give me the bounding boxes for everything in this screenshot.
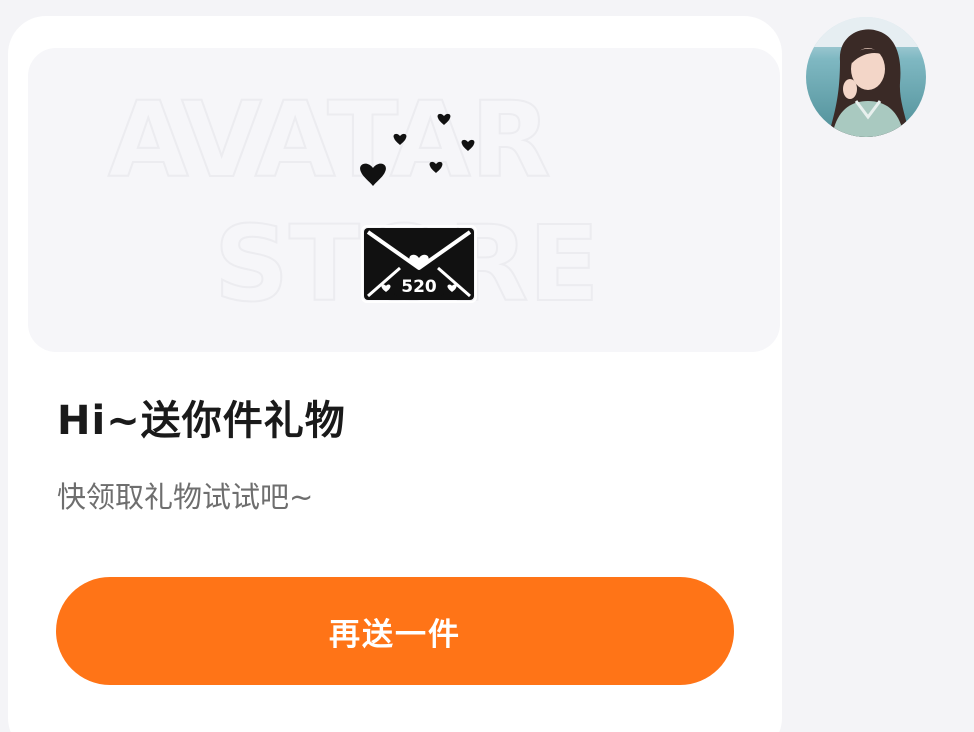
envelope-icon: 520 (361, 225, 477, 303)
gift-message-card[interactable]: AVATAR STORE (8, 16, 782, 732)
avatar-photo-icon (806, 17, 926, 137)
chat-screen: AVATAR STORE (0, 0, 974, 732)
gift-banner: AVATAR STORE (28, 48, 780, 352)
gift-subtitle: 快领取礼物试试吧~ (57, 480, 314, 514)
gift-title: Hi~送你件礼物 (57, 398, 346, 444)
send-another-button[interactable]: 再送一件 (56, 577, 734, 685)
love-letter-envelope-icon: 520 (360, 113, 477, 303)
hearts-icon (360, 113, 475, 186)
envelope-badge: 520 (401, 277, 437, 297)
user-avatar[interactable] (806, 17, 926, 137)
